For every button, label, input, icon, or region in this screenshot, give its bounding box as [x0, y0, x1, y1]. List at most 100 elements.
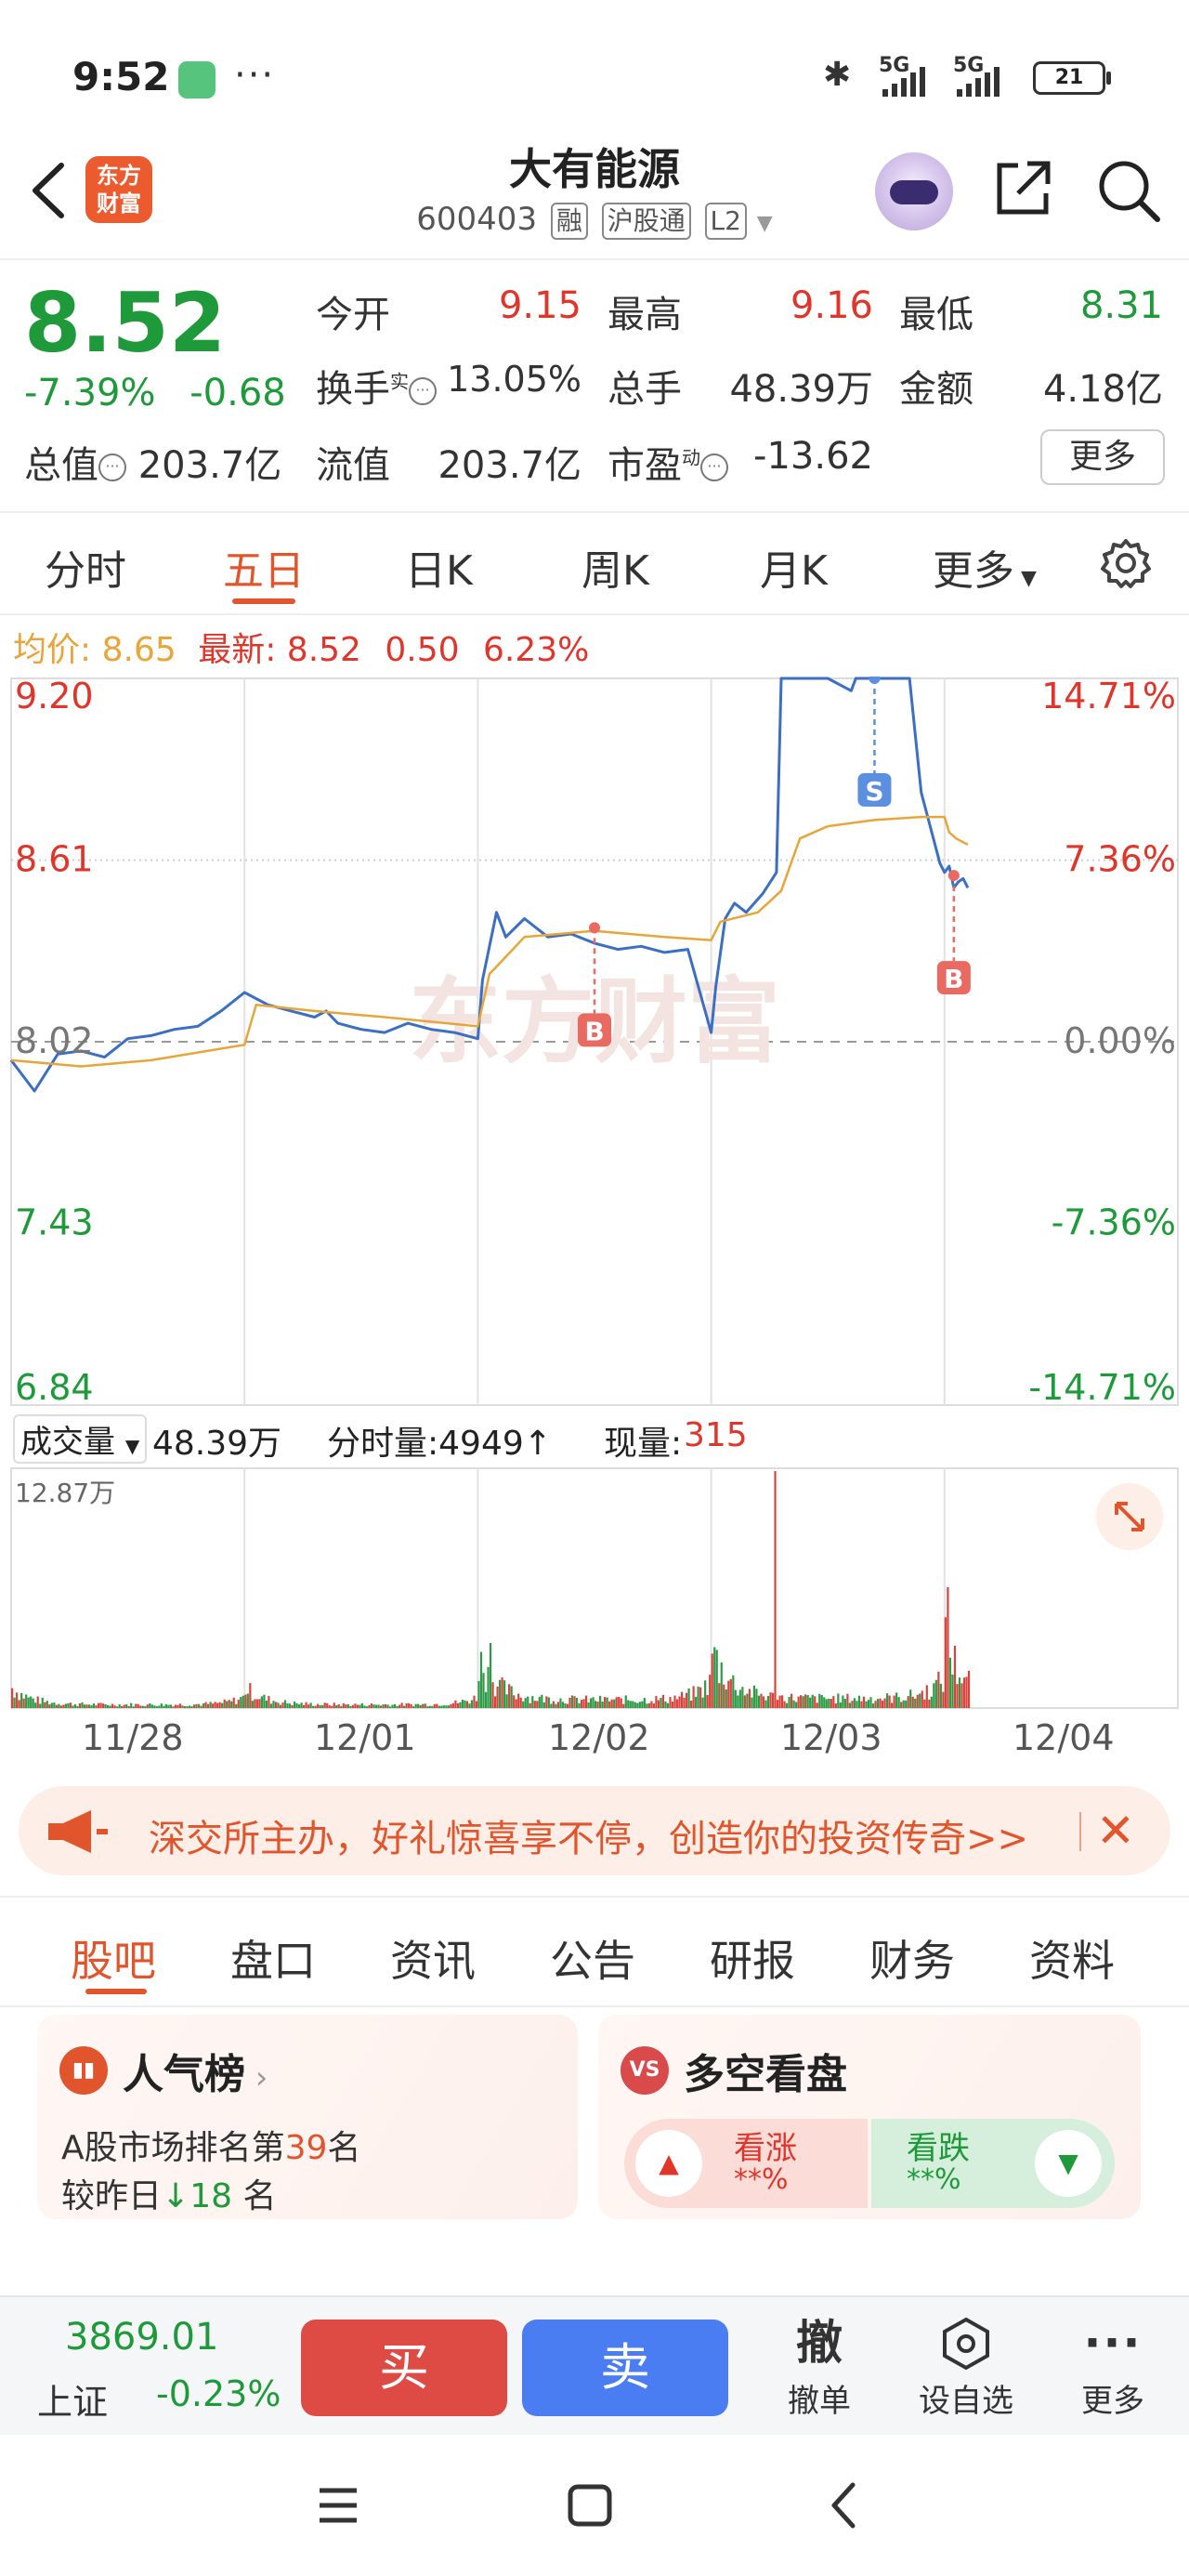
volume-bar	[797, 1696, 800, 1708]
back-nav-icon[interactable]	[831, 2482, 856, 2529]
tab-daily-k[interactable]: 日K	[405, 537, 473, 597]
tab-news[interactable]: 资讯	[390, 1927, 476, 1989]
tab-weekly-k[interactable]: 周K	[581, 537, 649, 597]
volume-bar	[62, 1704, 65, 1708]
banner-text[interactable]: 深交所主办，好礼惊喜享不停，创造你的投资传奇>>	[149, 1808, 1028, 1862]
close-icon[interactable]: ✕	[1096, 1805, 1135, 1857]
volume-bar	[718, 1683, 721, 1708]
trade-mark-label: B	[584, 1016, 604, 1046]
volume-bar	[186, 1705, 189, 1708]
menu-icon[interactable]	[320, 2488, 357, 2523]
last-price: 8.52	[24, 275, 227, 371]
volume-bar	[268, 1696, 270, 1708]
date-axis: 11/28 12/01 12/02 12/03 12/04	[0, 1712, 1189, 1768]
volume-bar	[422, 1703, 425, 1708]
add-watchlist-button[interactable]: 设自选	[901, 2310, 1031, 2421]
sell-button[interactable]: 卖	[522, 2320, 728, 2416]
popularity-card[interactable]: ▮▮ 人气榜 › A股市场排名第39名 较昨日↓18 名	[37, 2015, 578, 2219]
tab-intraday[interactable]: 分时	[45, 537, 126, 597]
search-icon[interactable]	[1094, 156, 1163, 225]
tab-profile[interactable]: 资料	[1029, 1927, 1115, 1989]
tab-financials[interactable]: 财务	[869, 1927, 955, 1989]
volume-bar	[533, 1701, 536, 1708]
index-value[interactable]: 3869.01	[65, 2316, 218, 2359]
volume-bar	[365, 1706, 369, 1708]
volume-bar	[13, 1697, 16, 1708]
volume-bar	[90, 1705, 93, 1708]
info-icon[interactable]: ···	[98, 453, 126, 481]
info-icon[interactable]: ···	[409, 377, 437, 405]
volume-bar	[265, 1700, 268, 1708]
volume-bar	[613, 1699, 616, 1708]
tab-monthly-k[interactable]: 月K	[760, 537, 828, 597]
tab-announcements[interactable]: 公告	[550, 1927, 635, 1989]
tab-more[interactable]: 更多 ▼	[933, 537, 1037, 597]
volume-bar	[871, 1703, 875, 1708]
volume-bar	[527, 1696, 529, 1708]
volume-bar	[450, 1703, 452, 1708]
volume-bar	[242, 1695, 244, 1708]
volume-bar	[837, 1693, 840, 1708]
vote-up-label: 看涨	[734, 2130, 797, 2167]
tab-research[interactable]: 研报	[710, 1927, 795, 1989]
volume-bar	[104, 1704, 107, 1708]
volume-bar	[351, 1704, 354, 1708]
triangle-down-icon[interactable]: ▼	[1035, 2130, 1102, 2197]
settings-gear-icon[interactable]	[1098, 535, 1154, 591]
volume-indicator-select[interactable]: 成交量 ▼	[13, 1414, 148, 1464]
vote-up-value: **%	[734, 2163, 789, 2196]
volume-bar	[683, 1697, 686, 1708]
index-name[interactable]: 上证	[37, 2373, 108, 2425]
volume-bar	[584, 1695, 588, 1708]
volume-value: 48.39万	[729, 368, 873, 411]
triangle-up-icon[interactable]: ▲	[635, 2130, 702, 2197]
volume-bar	[491, 1682, 494, 1708]
volume-bar	[258, 1699, 261, 1708]
volume-bar	[893, 1695, 895, 1708]
volume-bar	[155, 1706, 158, 1708]
index-change[interactable]: -0.23%	[156, 2373, 281, 2414]
volume-bar	[814, 1696, 817, 1708]
volume-bar	[587, 1702, 590, 1708]
volume-bar	[183, 1705, 187, 1708]
tab-five-day[interactable]: 五日	[223, 537, 305, 597]
volume-bar	[842, 1695, 844, 1708]
volume-bar	[331, 1705, 333, 1708]
volume-bar	[513, 1695, 516, 1708]
volume-bar	[743, 1695, 746, 1708]
price-change: -7.39% -0.68	[24, 372, 286, 414]
tab-order-book[interactable]: 盘口	[230, 1927, 316, 1989]
volume-chart: 12.87万	[10, 1467, 1179, 1709]
connect-tag: 沪股通	[601, 203, 691, 240]
volume-bar	[97, 1702, 100, 1708]
promo-banner[interactable]: 深交所主办，好礼惊喜享不停，创造你的投资传奇>> ✕	[19, 1786, 1170, 1875]
volume-bar	[757, 1695, 761, 1708]
more-button[interactable]: ··· 更多	[1048, 2310, 1178, 2421]
volume-bar	[555, 1703, 557, 1708]
five-day-price-chart[interactable]: 东方财富 BSB 9.2014.71%8.617.36%8.020.00%7.4…	[0, 677, 1189, 1407]
volume-bar	[692, 1686, 695, 1708]
buy-button[interactable]: 买	[301, 2320, 507, 2416]
date-tick: 12/03	[780, 1717, 882, 1758]
volume-bar	[687, 1688, 690, 1708]
more-quote-button[interactable]: 更多	[1040, 429, 1165, 485]
volume-bar	[857, 1695, 861, 1708]
volume-bar	[83, 1704, 86, 1708]
volume-bar	[806, 1695, 809, 1708]
cancel-order-button[interactable]: 撤 撤单	[754, 2310, 884, 2421]
volume-bar	[853, 1698, 856, 1708]
legend-change: 0.50	[385, 631, 460, 669]
volume-grid	[10, 1467, 1179, 1709]
rank-line: A股市场排名第39名	[61, 2121, 360, 2169]
share-icon[interactable]	[990, 156, 1055, 221]
volume-label: 总手	[608, 368, 682, 411]
vote-up-area[interactable]: ▲ 看涨 **%	[624, 2119, 868, 2208]
volume-bar	[713, 1647, 716, 1708]
tab-guba[interactable]: 股吧	[71, 1927, 156, 1989]
volume-bar	[388, 1706, 392, 1708]
info-icon[interactable]: ···	[700, 453, 728, 481]
volume-bar	[424, 1703, 426, 1708]
home-icon[interactable]	[568, 2484, 612, 2527]
volume-bar	[426, 1706, 429, 1708]
volume-bar	[149, 1702, 151, 1708]
